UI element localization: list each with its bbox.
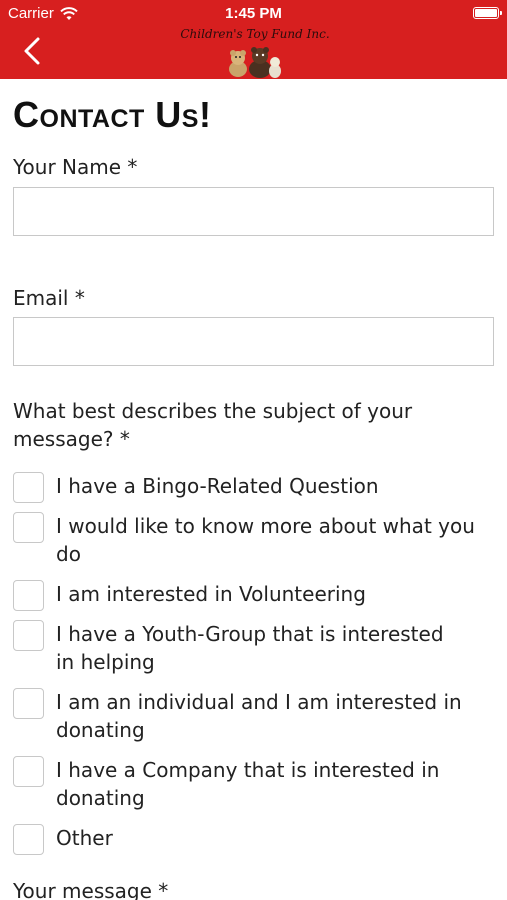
back-chevron-icon[interactable] — [18, 36, 48, 66]
checkbox[interactable] — [13, 824, 44, 855]
email-label: Email * — [13, 286, 85, 310]
message-label: Your message * — [13, 879, 169, 900]
option-volunteering[interactable]: I am interested in Volunteering — [13, 580, 486, 611]
option-label: Other — [56, 826, 113, 850]
contact-form: Contact Us! Your Name * Email * What bes… — [0, 79, 507, 900]
battery-fill — [475, 9, 497, 17]
battery-cap — [500, 11, 502, 15]
checkbox[interactable] — [13, 512, 44, 543]
option-label: I have a Youth-Group that is interested … — [56, 622, 444, 674]
nav-header: Carrier 1:45 PM Children's Toy Fund Inc. — [0, 0, 507, 79]
checkbox[interactable] — [13, 620, 44, 651]
option-label: I would like to know more about what you… — [56, 514, 475, 566]
option-youth-group[interactable]: I have a Youth-Group that is interested … — [13, 620, 466, 676]
option-other[interactable]: Other — [13, 824, 486, 855]
checkbox[interactable] — [13, 472, 44, 503]
option-company-donating[interactable]: I have a Company that is interested in d… — [13, 756, 441, 812]
name-input[interactable] — [13, 187, 494, 236]
option-label: I am an individual and I am interested i… — [56, 690, 462, 742]
email-input[interactable] — [13, 317, 494, 366]
battery-icon — [473, 7, 502, 19]
teddy-bear-logo-icon — [229, 47, 281, 78]
name-label: Your Name * — [13, 155, 138, 179]
page-title: Contact Us! — [13, 94, 212, 135]
option-label: I have a Bingo-Related Question — [56, 474, 379, 498]
checkbox[interactable] — [13, 756, 44, 787]
brand-name: Children's Toy Fund Inc. — [180, 27, 330, 41]
subject-label: What best describes the subject of your … — [13, 399, 413, 451]
option-individual-donating[interactable]: I am an individual and I am interested i… — [13, 688, 466, 744]
checkbox[interactable] — [13, 580, 44, 611]
option-bingo-question[interactable]: I have a Bingo-Related Question — [13, 472, 486, 503]
checkbox[interactable] — [13, 688, 44, 719]
option-know-more[interactable]: I would like to know more about what you… — [13, 512, 486, 568]
status-time: 1:45 PM — [225, 5, 282, 22]
status-bar: Carrier 1:45 PM — [0, 0, 507, 28]
option-label: I am interested in Volunteering — [56, 582, 366, 606]
option-label: I have a Company that is interested in d… — [56, 758, 440, 810]
